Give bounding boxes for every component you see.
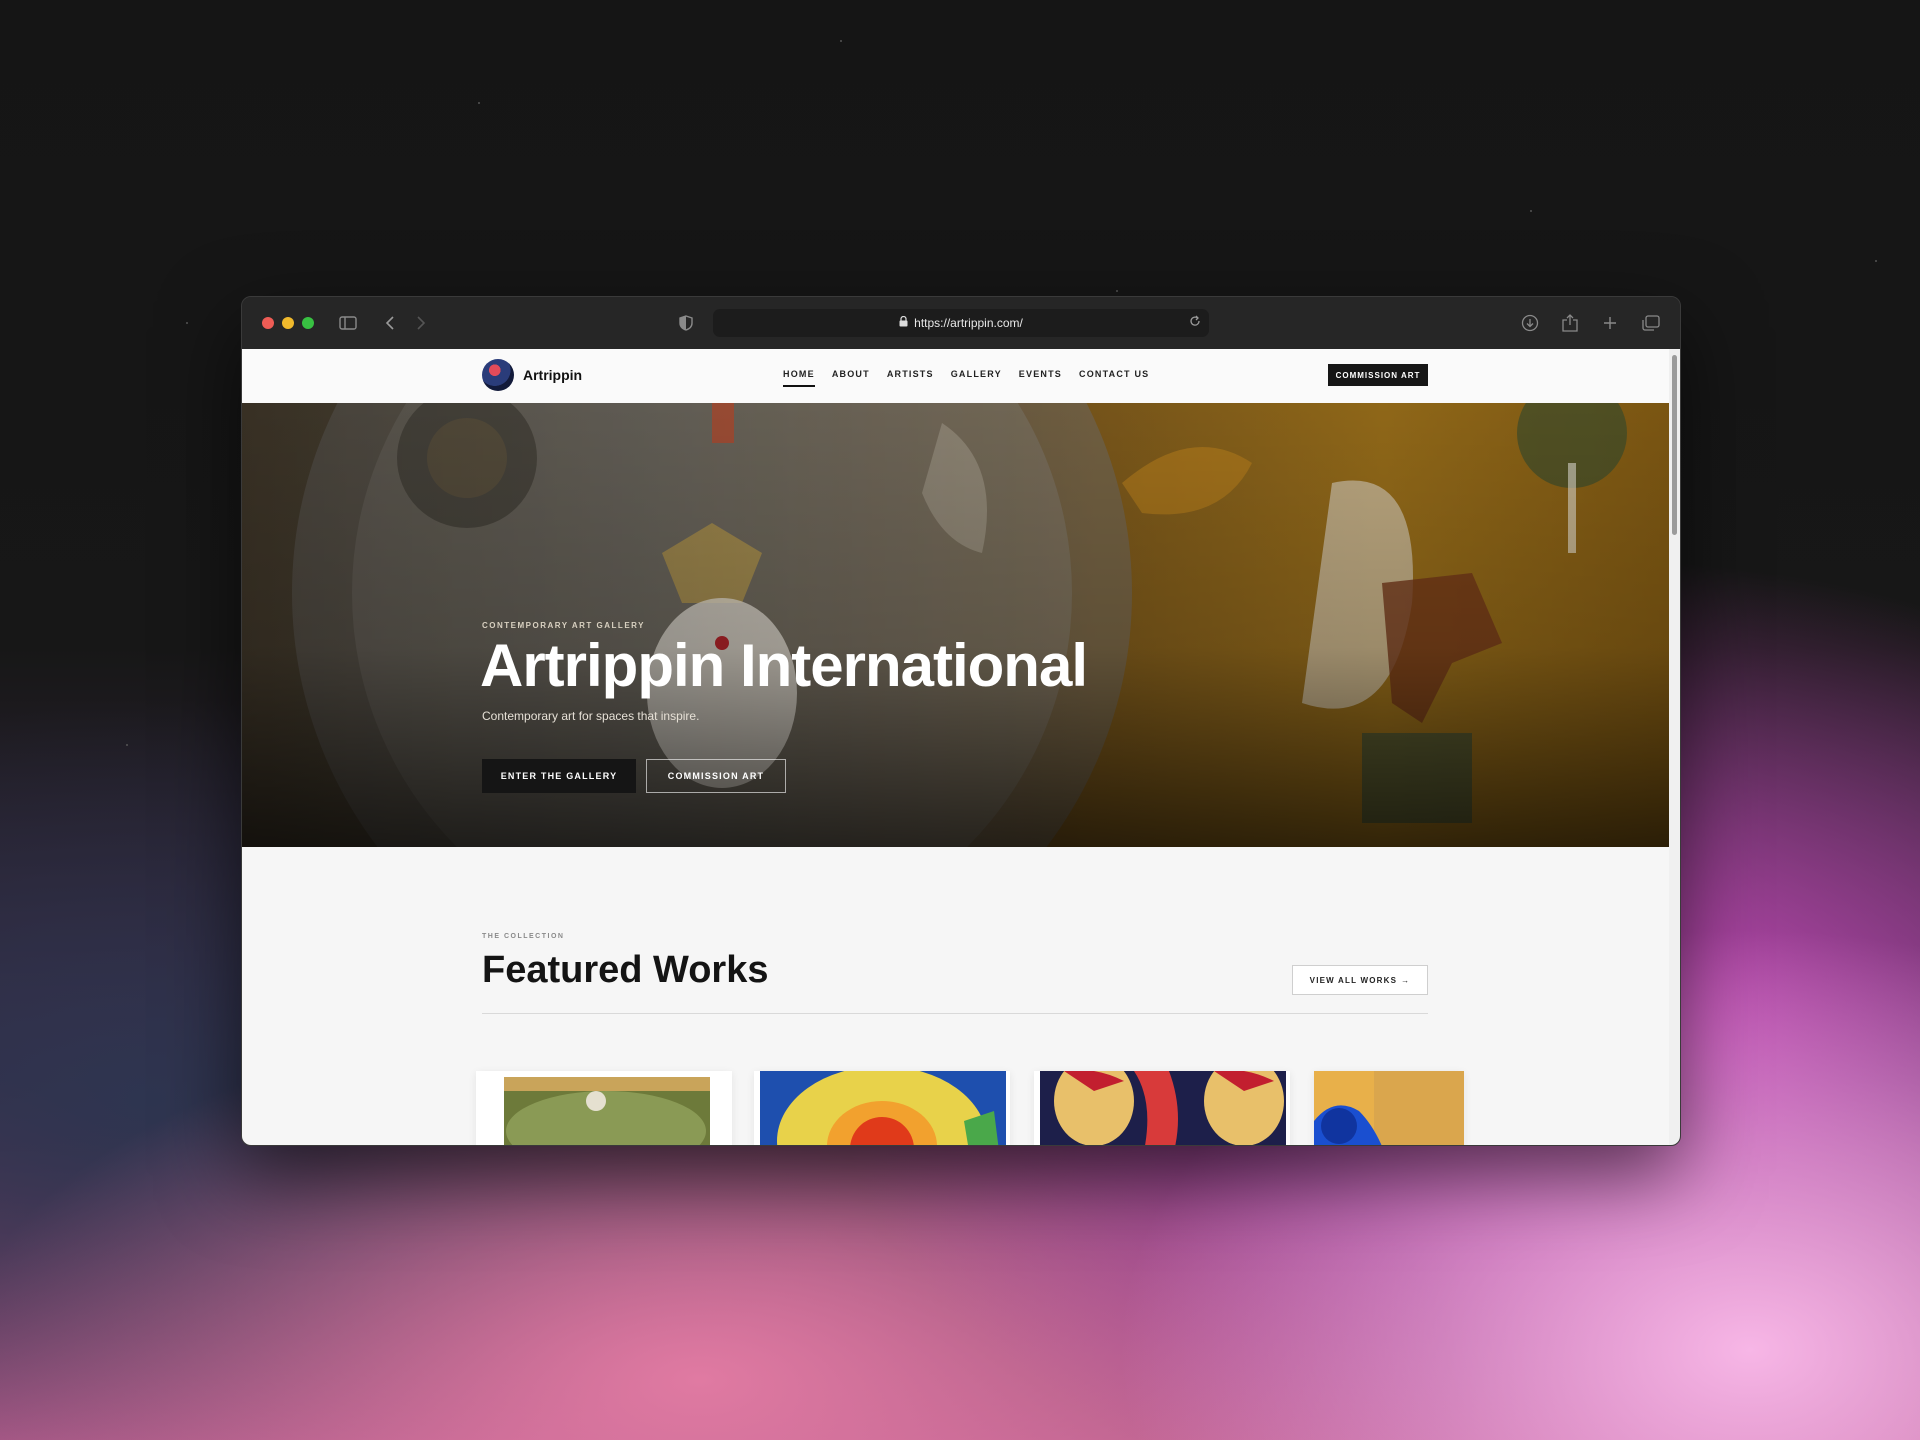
collection-eyebrow: THE COLLECTION xyxy=(482,933,565,940)
star xyxy=(478,102,480,104)
view-all-works-button[interactable]: VIEW ALL WORKS → xyxy=(1292,965,1428,995)
enter-gallery-button[interactable]: ENTER THE GALLERY xyxy=(482,759,636,793)
reload-icon[interactable] xyxy=(1189,315,1201,330)
nav-item-artists[interactable]: ARTISTS xyxy=(887,369,934,387)
brand-name[interactable]: Artrippin xyxy=(523,367,582,383)
artwork-card[interactable] xyxy=(476,1071,732,1145)
star xyxy=(1875,260,1877,262)
shield-icon[interactable] xyxy=(673,310,699,336)
arrow-right-icon: → xyxy=(1401,975,1411,985)
web-page: Artrippin HOME ABOUT ARTISTS GALLERY EVE… xyxy=(242,349,1669,1145)
artwork-card[interactable] xyxy=(1034,1071,1290,1145)
star xyxy=(126,744,128,746)
star xyxy=(1530,210,1532,212)
back-icon[interactable] xyxy=(377,310,403,336)
main-menu: HOME ABOUT ARTISTS GALLERY EVENTS CONTAC… xyxy=(783,369,1149,387)
new-tab-icon[interactable] xyxy=(1597,310,1623,336)
browser-window: https://artrippin.com/ Artrippin HOME AB… xyxy=(241,296,1681,1146)
url-text: https://artrippin.com/ xyxy=(914,316,1023,330)
nav-item-gallery[interactable]: GALLERY xyxy=(951,369,1002,387)
sidebar-icon[interactable] xyxy=(335,310,361,336)
star xyxy=(840,40,842,42)
star xyxy=(186,322,188,324)
artwork-thumbnail xyxy=(1040,1071,1286,1145)
address-bar[interactable]: https://artrippin.com/ xyxy=(713,309,1209,337)
hero-section: CONTEMPORARY ART GALLERY Artrippin Inter… xyxy=(242,403,1669,847)
zoom-window-button[interactable] xyxy=(302,317,314,329)
minimize-window-button[interactable] xyxy=(282,317,294,329)
logo-icon[interactable] xyxy=(482,359,514,391)
site-header: Artrippin HOME ABOUT ARTISTS GALLERY EVE… xyxy=(242,349,1669,404)
star xyxy=(1116,290,1118,292)
artwork-card[interactable] xyxy=(754,1071,1010,1145)
browser-toolbar: https://artrippin.com/ xyxy=(242,297,1680,349)
hero-subtitle: Contemporary art for spaces that inspire… xyxy=(482,709,700,723)
artwork-thumbnail xyxy=(504,1077,710,1145)
forward-icon[interactable] xyxy=(408,310,434,336)
hero-overlay xyxy=(242,403,1669,847)
hero-eyebrow: CONTEMPORARY ART GALLERY xyxy=(482,621,645,630)
artwork-card[interactable] xyxy=(1314,1071,1464,1145)
share-icon[interactable] xyxy=(1557,310,1583,336)
commission-art-button[interactable]: COMMISSION ART xyxy=(646,759,786,793)
section-divider xyxy=(482,1013,1428,1014)
nav-item-contact[interactable]: CONTACT US xyxy=(1079,369,1149,387)
hero-title: Artrippin International xyxy=(480,632,1088,699)
featured-works-title: Featured Works xyxy=(482,949,769,991)
view-all-label: VIEW ALL WORKS xyxy=(1309,975,1398,985)
page-scrollbar[interactable] xyxy=(1669,349,1680,1145)
nav-item-about[interactable]: ABOUT xyxy=(832,369,870,387)
lock-icon xyxy=(899,315,908,330)
artwork-thumbnail xyxy=(1314,1071,1464,1145)
close-window-button[interactable] xyxy=(262,317,274,329)
nav-item-events[interactable]: EVENTS xyxy=(1019,369,1062,387)
nav-item-home[interactable]: HOME xyxy=(783,369,815,387)
scrollbar-thumb[interactable] xyxy=(1672,355,1677,535)
commission-art-nav-button[interactable]: COMMISSION ART xyxy=(1328,364,1428,386)
artwork-thumbnail xyxy=(760,1071,1006,1145)
tabs-icon[interactable] xyxy=(1638,310,1664,336)
download-icon[interactable] xyxy=(1517,310,1543,336)
